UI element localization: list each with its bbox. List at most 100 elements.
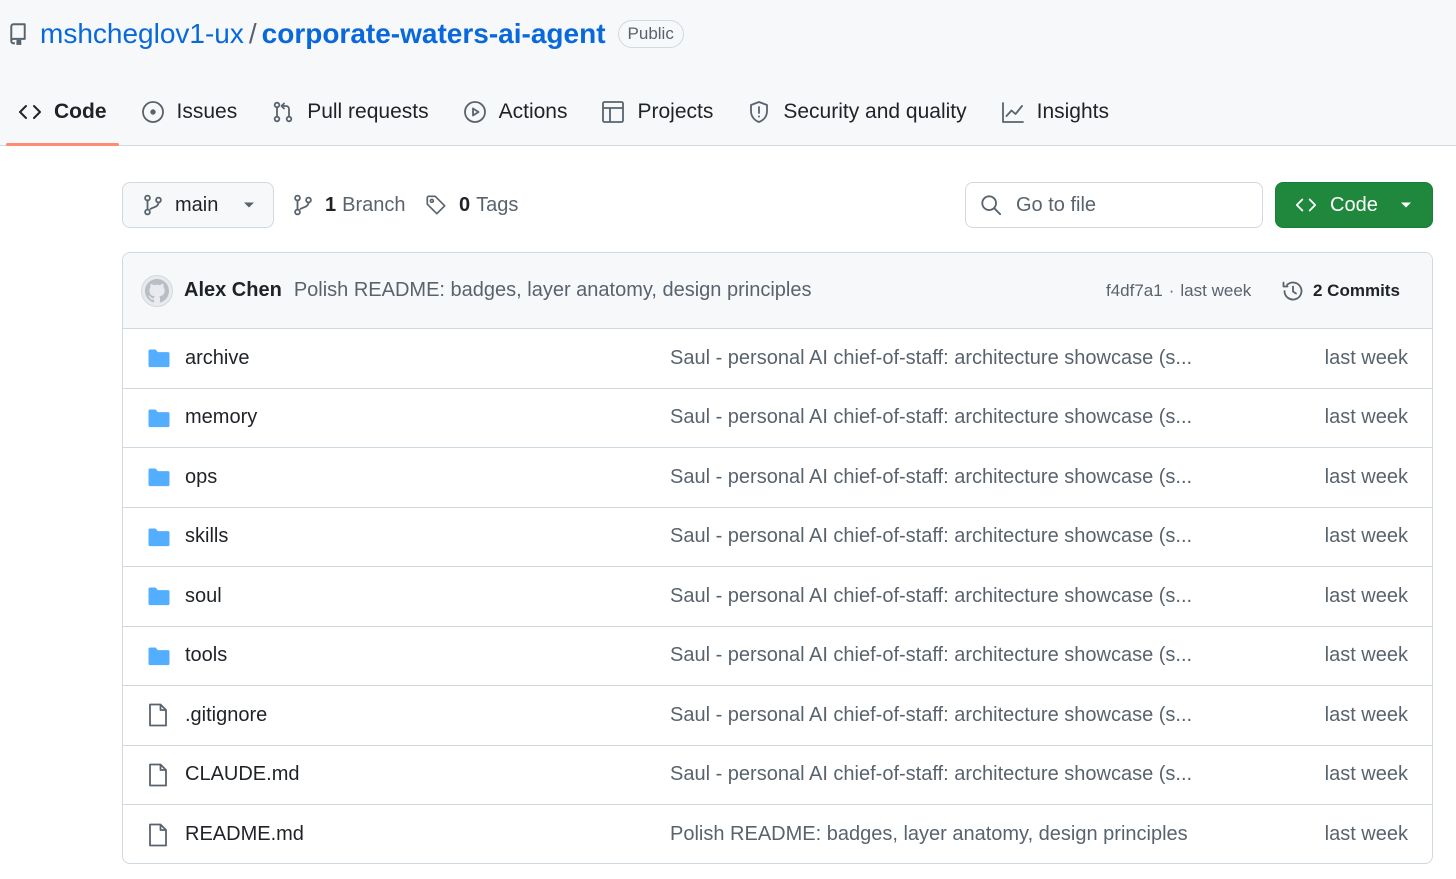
tab-issues[interactable]: Issues <box>129 80 250 144</box>
tab-label: Security and quality <box>783 100 967 123</box>
folder-icon <box>147 348 171 368</box>
triangle-down-icon <box>244 202 254 208</box>
code-dropdown-button[interactable]: Code <box>1275 182 1433 228</box>
git-branch-icon <box>144 194 162 216</box>
tab-label: Projects <box>637 100 714 123</box>
table-row[interactable]: skills Saul - personal AI chief-of-staff:… <box>123 508 1432 567</box>
table-row[interactable]: tools Saul - personal AI chief-of-staff: … <box>123 627 1432 686</box>
play-icon <box>463 101 486 123</box>
file-commit-date: last week <box>1324 406 1408 429</box>
table-row[interactable]: soul Saul - personal AI chief-of-staff: a… <box>123 567 1432 627</box>
repo-path-separator: / <box>248 18 257 49</box>
issue-opened-icon <box>141 101 164 123</box>
file-commit-message[interactable]: Saul - personal AI chief-of-staff: archi… <box>670 525 1192 548</box>
tags-link[interactable]: 0 Tags <box>425 182 518 228</box>
file-name-link[interactable]: skills <box>185 525 228 548</box>
search-icon <box>981 195 1002 216</box>
file-commit-date: last week <box>1324 823 1408 846</box>
file-commit-message[interactable]: Saul - personal AI chief-of-staff: archi… <box>670 585 1192 608</box>
code-icon <box>19 105 41 119</box>
table-row[interactable]: README.md Polish README: badges, layer an… <box>123 805 1432 863</box>
branch-select-button[interactable]: main <box>122 182 274 228</box>
folder-icon <box>147 586 171 606</box>
repo-title: mshcheglov1-ux / corporate-waters-ai-age… <box>8 14 684 54</box>
folder-icon <box>147 527 171 547</box>
file-list: archive Saul - personal AI chief-of-staff… <box>123 329 1432 863</box>
folder-icon <box>147 408 171 428</box>
tab-insights[interactable]: Insights <box>989 80 1121 144</box>
tab-actions[interactable]: Actions <box>451 80 580 144</box>
file-commit-date: last week <box>1324 465 1408 488</box>
folder-icon <box>147 467 171 487</box>
code-button-label: Code <box>1330 193 1378 216</box>
file-name-link[interactable]: README.md <box>185 823 304 846</box>
tab-projects[interactable]: Projects <box>589 80 725 144</box>
file-commit-date: last week <box>1324 644 1408 667</box>
file-name-link[interactable]: archive <box>185 347 249 370</box>
repo-header: mshcheglov1-ux / corporate-waters-ai-age… <box>0 0 1456 146</box>
tab-label: Pull requests <box>307 100 429 123</box>
table-icon <box>602 101 625 123</box>
file-name-link[interactable]: .gitignore <box>185 704 267 727</box>
file-commit-message[interactable]: Saul - personal AI chief-of-staff: archi… <box>670 347 1192 370</box>
folder-icon <box>147 646 171 666</box>
file-icon <box>147 822 169 848</box>
visibility-badge: Public <box>617 20 684 48</box>
file-commit-date: last week <box>1324 763 1408 786</box>
file-commit-date: last week <box>1324 703 1408 726</box>
go-to-file-input[interactable] <box>1016 193 1236 217</box>
latest-commit-bar: Alex Chen Polish README: badges, layer a… <box>123 253 1432 329</box>
commits-count: 2 Commits <box>1313 281 1400 300</box>
repo-name-link[interactable]: corporate-waters-ai-agent <box>262 18 606 50</box>
commit-hash[interactable]: f4df7a1 <box>1106 281 1163 301</box>
file-commit-message[interactable]: Saul - personal AI chief-of-staff: archi… <box>670 704 1192 727</box>
tab-label: Code <box>54 100 107 123</box>
triangle-down-icon <box>1401 202 1411 208</box>
table-row[interactable]: CLAUDE.md Saul - personal AI chief-of-sta… <box>123 746 1432 805</box>
table-row[interactable]: archive Saul - personal AI chief-of-staff… <box>123 329 1432 389</box>
file-commit-message[interactable]: Polish README: badges, layer anatomy, de… <box>670 823 1188 846</box>
tab-label: Actions <box>498 100 568 123</box>
file-name-link[interactable]: memory <box>185 406 257 429</box>
file-commit-date: last week <box>1324 525 1408 548</box>
shield-icon <box>750 101 769 123</box>
file-commit-message[interactable]: Saul - personal AI chief-of-staff: archi… <box>670 466 1192 489</box>
branch-count: 1 <box>325 193 337 216</box>
file-commit-message[interactable]: Saul - personal AI chief-of-staff: archi… <box>670 406 1192 429</box>
commit-time: last week <box>1180 281 1252 300</box>
graph-icon <box>1001 102 1024 123</box>
file-name-link[interactable]: tools <box>185 644 227 667</box>
commit-info-separator: · <box>1168 281 1175 300</box>
branch-name: main <box>175 193 219 216</box>
branches-link[interactable]: 1 Branch <box>293 182 406 228</box>
commits-history-link[interactable]: 2 Commits <box>1281 253 1400 329</box>
tab-security[interactable]: Security and quality <box>735 80 978 144</box>
tag-icon <box>426 195 446 215</box>
history-icon <box>1282 281 1303 301</box>
repo-nav-tabs: Code Issues Pull requests Actions Projec… <box>6 80 1131 146</box>
git-branch-icon <box>294 194 312 216</box>
file-commit-message[interactable]: Saul - personal AI chief-of-staff: archi… <box>670 763 1192 786</box>
tab-code[interactable]: Code <box>6 80 119 146</box>
repo-owner-link[interactable]: mshcheglov1-ux <box>40 18 244 50</box>
tab-pull-requests[interactable]: Pull requests <box>259 80 440 144</box>
avatar[interactable] <box>141 274 173 307</box>
commit-message[interactable]: Polish README: badges, layer anatomy, de… <box>294 279 812 302</box>
repo-icon <box>8 22 28 46</box>
git-pull-request-icon <box>274 101 293 123</box>
file-name-link[interactable]: soul <box>185 585 222 608</box>
table-row[interactable]: .gitignore Saul - personal AI chief-of-st… <box>123 686 1432 746</box>
branch-count-label: Branch <box>342 193 406 216</box>
file-commit-message[interactable]: Saul - personal AI chief-of-staff: archi… <box>670 644 1192 667</box>
table-row[interactable]: memory Saul - personal AI chief-of-staff:… <box>123 389 1432 448</box>
table-row[interactable]: ops Saul - personal AI chief-of-staff: ar… <box>123 448 1432 508</box>
file-icon <box>147 762 169 788</box>
tag-count-label: Tags <box>476 193 519 216</box>
file-commit-date: last week <box>1324 584 1408 607</box>
file-name-link[interactable]: ops <box>185 466 217 489</box>
file-commit-date: last week <box>1324 346 1408 369</box>
file-table: Alex Chen Polish README: badges, layer a… <box>122 252 1433 864</box>
go-to-file-search[interactable] <box>965 182 1263 228</box>
commit-author[interactable]: Alex Chen <box>184 279 282 302</box>
file-name-link[interactable]: CLAUDE.md <box>185 763 299 786</box>
